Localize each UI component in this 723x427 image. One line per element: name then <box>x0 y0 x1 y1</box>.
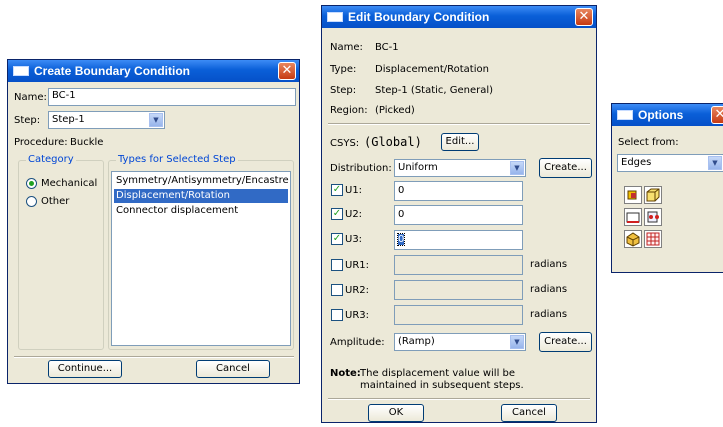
ur2-unit: radians <box>530 284 568 295</box>
create-bc-cancel-button[interactable]: Cancel <box>196 360 270 378</box>
create-bc-title: Create Boundary Condition <box>34 64 191 78</box>
edit-type-value: Displacement/Rotation <box>375 64 489 75</box>
ur1-input[interactable] <box>394 255 523 275</box>
checkbox-u3[interactable]: ✓ <box>331 233 343 245</box>
edit-bc-title: Edit Boundary Condition <box>348 10 490 24</box>
amplitude-create-button[interactable]: Create... <box>539 332 592 352</box>
chevron-down-icon[interactable]: ▼ <box>708 156 722 170</box>
window-icon <box>327 12 343 22</box>
create-bc-titlebar[interactable]: Create Boundary Condition ✕ <box>8 60 299 82</box>
close-icon[interactable]: ✕ <box>575 8 593 26</box>
edit-bc-titlebar[interactable]: Edit Boundary Condition ✕ <box>322 6 596 28</box>
category-title: Category <box>26 154 76 165</box>
csys-value: (Global) <box>364 135 422 149</box>
edit-name-value: BC-1 <box>375 42 399 53</box>
edit-region-value: (Picked) <box>375 105 415 116</box>
select-cells-icon[interactable] <box>624 230 642 248</box>
distribution-create-button[interactable]: Create... <box>539 158 592 178</box>
ur1-unit: radians <box>530 259 568 270</box>
edit-step-label: Step: <box>330 85 357 96</box>
amplitude-select[interactable]: (Ramp) ▼ <box>394 333 526 351</box>
distribution-select-value: Uniform <box>398 162 438 173</box>
radio-other[interactable] <box>26 196 37 207</box>
chevron-down-icon[interactable]: ▼ <box>510 161 524 175</box>
select-from-value: Edges <box>621 157 652 168</box>
list-item-connector[interactable]: Connector displacement <box>114 204 288 218</box>
ur3-unit: radians <box>530 309 568 320</box>
window-icon <box>13 66 29 76</box>
checkbox-ur2[interactable] <box>331 284 343 296</box>
procedure-label: Procedure: <box>14 137 68 148</box>
amplitude-select-value: (Ramp) <box>398 336 435 347</box>
select-nodes-icon[interactable] <box>644 208 662 226</box>
distribution-label: Distribution: <box>330 163 392 174</box>
ur3-label: UR3: <box>345 310 369 321</box>
select-edges-icon[interactable] <box>624 208 642 226</box>
amplitude-label: Amplitude: <box>330 337 385 348</box>
checkbox-ur1[interactable] <box>331 259 343 271</box>
options-title: Options <box>638 108 684 122</box>
ur2-label: UR2: <box>345 285 369 296</box>
note-label: Note: <box>330 368 361 379</box>
options-titlebar[interactable]: Options ✕ <box>612 104 723 126</box>
edit-name-label: Name: <box>330 42 363 53</box>
name-label: Name: <box>14 92 47 103</box>
radio-other-label[interactable]: Other <box>41 196 69 207</box>
select-vertices-icon[interactable] <box>624 186 642 204</box>
close-icon[interactable]: ✕ <box>711 106 723 124</box>
chevron-down-icon[interactable]: ▼ <box>510 335 524 349</box>
name-field[interactable]: BC-1 <box>48 88 296 106</box>
u2-input[interactable]: 0 <box>394 205 523 225</box>
step-select[interactable]: Step-1 ▼ <box>48 111 165 129</box>
csys-edit-button[interactable]: Edit... <box>441 133 479 151</box>
edit-separator-bottom <box>328 398 590 400</box>
checkbox-u2[interactable]: ✓ <box>331 208 343 220</box>
edit-type-label: Type: <box>330 64 357 75</box>
window-icon <box>617 110 633 120</box>
edit-bc-dialog: Edit Boundary Condition ✕ Name: BC-1 Typ… <box>321 5 597 423</box>
list-item-displacement[interactable]: Displacement/Rotation <box>114 189 288 203</box>
options-dialog: Options ✕ Select from: Edges ▼ <box>611 103 723 273</box>
radio-mechanical-label[interactable]: Mechanical <box>41 178 97 189</box>
checkbox-u1[interactable]: ✓ <box>331 184 343 196</box>
u1-label: U1: <box>345 185 363 196</box>
note-line-2: maintained in subsequent steps. <box>360 380 524 391</box>
select-from-select[interactable]: Edges ▼ <box>617 154 723 172</box>
create-bc-dialog: Create Boundary Condition ✕ Name: BC-1 S… <box>7 59 300 384</box>
create-bc-separator <box>14 356 294 358</box>
ur3-input[interactable] <box>394 305 523 325</box>
checkbox-ur3[interactable] <box>331 309 343 321</box>
types-list[interactable]: Symmetry/Antisymmetry/Encastre Displacem… <box>111 171 291 346</box>
types-title: Types for Selected Step <box>116 154 238 165</box>
note-line-1: The displacement value will be <box>360 368 516 379</box>
select-from-label: Select from: <box>618 137 679 148</box>
distribution-select[interactable]: Uniform ▼ <box>394 159 526 177</box>
u3-label: U3: <box>345 234 363 245</box>
ur1-label: UR1: <box>345 260 369 271</box>
u2-label: U2: <box>345 209 363 220</box>
edit-separator-top <box>328 123 590 125</box>
edit-region-label: Region: <box>330 105 368 116</box>
u3-input[interactable]: 0 <box>394 230 523 250</box>
select-faces-icon[interactable] <box>644 186 662 204</box>
edit-bc-cancel-button[interactable]: Cancel <box>501 404 557 422</box>
u1-input[interactable]: 0 <box>394 181 523 201</box>
csys-label: CSYS: <box>330 138 360 149</box>
procedure-value: Buckle <box>70 137 104 148</box>
edit-step-value: Step-1 (Static, General) <box>375 85 494 96</box>
u3-input-value: 0 <box>396 233 406 246</box>
close-icon[interactable]: ✕ <box>278 62 296 80</box>
continue-button[interactable]: Continue... <box>48 360 122 378</box>
ok-button[interactable]: OK <box>368 404 424 422</box>
step-select-value: Step-1 <box>52 114 85 125</box>
chevron-down-icon[interactable]: ▼ <box>149 113 163 127</box>
list-item-symmetry[interactable]: Symmetry/Antisymmetry/Encastre <box>114 174 289 188</box>
select-mesh-icon[interactable] <box>644 230 662 248</box>
ur2-input[interactable] <box>394 280 523 300</box>
step-label: Step: <box>14 115 41 126</box>
radio-mechanical[interactable] <box>26 178 37 189</box>
